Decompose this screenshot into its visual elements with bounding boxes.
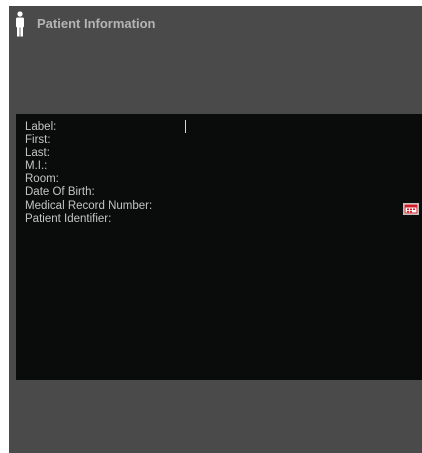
window-header: Patient Information [9,6,422,56]
field-list: Label: First: Last: M.I.: Room: Date Of … [25,121,152,226]
calendar-icon [404,204,418,214]
field-label-patient-identifier: Patient Identifier: [25,212,112,225]
date-of-birth-calendar-button[interactable] [403,203,419,215]
page-title: Patient Information [37,16,156,31]
person-icon [14,11,26,37]
patient-information-window: Patient Information Label: First: Last: … [9,6,422,453]
field-label-date-of-birth: Date Of Birth: [25,186,95,199]
field-label-label: Label: [25,121,57,133]
field-label-first: First: [25,134,51,147]
label-input-caret[interactable] [185,120,186,133]
field-label-middle-initial: M.I.: [25,160,48,173]
field-label-last: Last: [25,147,50,160]
field-label-medical-record-number: Medical Record Number: [25,199,153,212]
patient-form-panel: Label: First: Last: M.I.: Room: Date Of … [16,114,422,380]
field-label-room: Room: [25,173,59,186]
